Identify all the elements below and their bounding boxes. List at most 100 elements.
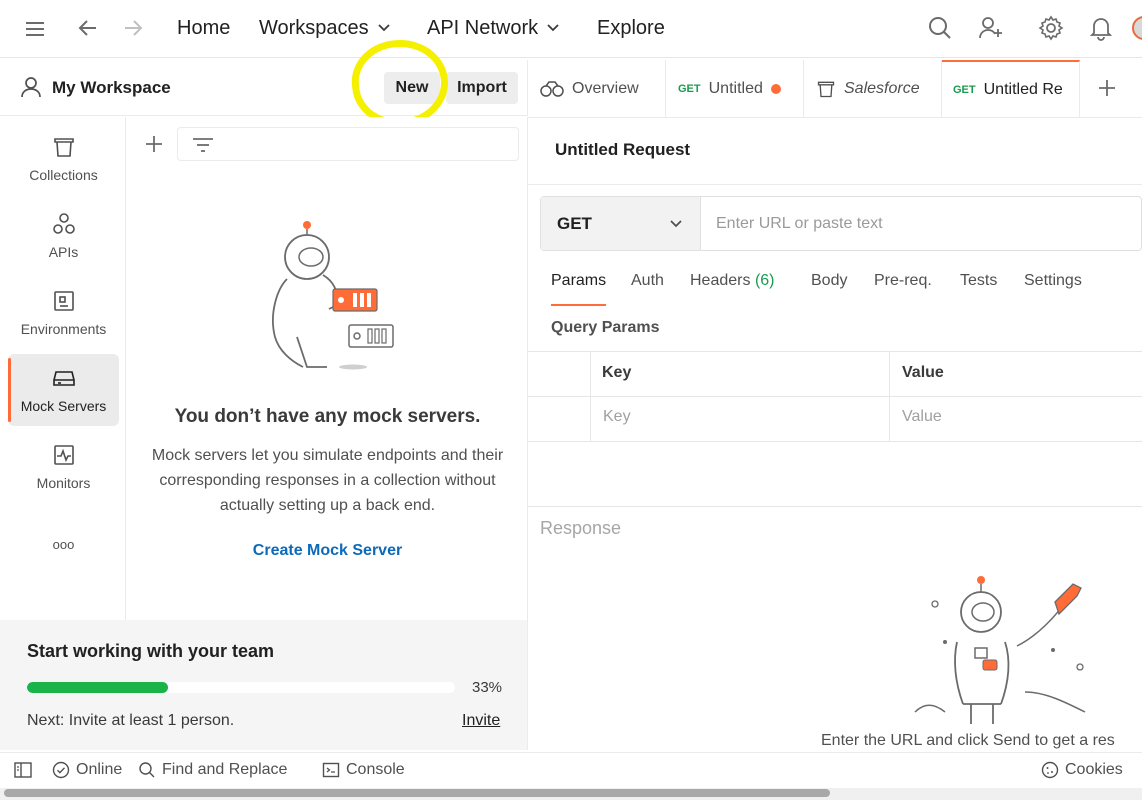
sidebar-item-label: Mock Servers bbox=[20, 398, 107, 414]
invite-link[interactable]: Invite bbox=[462, 712, 500, 730]
online-status[interactable]: Online bbox=[52, 761, 122, 779]
workspace-header: My Workspace New Import bbox=[0, 60, 528, 116]
tab-salesforce[interactable]: Salesforce bbox=[804, 60, 942, 117]
nav-api-network-label: API Network bbox=[427, 16, 539, 39]
team-card-title: Start working with your team bbox=[27, 641, 275, 661]
nav-workspaces-label: Workspaces bbox=[259, 16, 369, 39]
forward-arrow-icon[interactable] bbox=[121, 16, 145, 40]
tab-label: Overview bbox=[572, 79, 639, 97]
status-bar: Online Find and Replace Console Cookies bbox=[0, 752, 1142, 788]
value-input[interactable]: Value bbox=[902, 408, 942, 426]
chevron-down-icon bbox=[670, 220, 682, 228]
console-label: Console bbox=[346, 761, 405, 778]
request-title[interactable]: Untitled Request bbox=[555, 140, 690, 160]
invite-user-icon[interactable] bbox=[978, 15, 1004, 41]
find-replace-button[interactable]: Find and Replace bbox=[138, 761, 287, 779]
check-circle-icon bbox=[52, 761, 70, 779]
apis-icon bbox=[52, 213, 75, 234]
collections-icon bbox=[817, 81, 835, 97]
nav-workspaces[interactable]: Workspaces bbox=[259, 14, 391, 42]
search-icon[interactable] bbox=[927, 15, 953, 41]
create-mock-server-link[interactable]: Create Mock Server bbox=[127, 542, 528, 560]
sidebar-item-label: Monitors bbox=[36, 475, 91, 491]
tab-settings[interactable]: Settings bbox=[1024, 272, 1082, 306]
more-icon: ooo bbox=[52, 536, 75, 552]
sidebar-item-collections[interactable]: Collections bbox=[8, 123, 119, 195]
collections-icon bbox=[53, 138, 74, 157]
filter-box[interactable] bbox=[177, 127, 519, 161]
gear-icon[interactable] bbox=[1038, 15, 1064, 41]
sidebar: Collections APIs Environments Mock Serve… bbox=[0, 117, 126, 622]
menu-icon[interactable] bbox=[24, 18, 46, 40]
table-border bbox=[528, 396, 1142, 397]
nav-home[interactable]: Home bbox=[177, 14, 230, 42]
online-label: Online bbox=[76, 761, 123, 778]
overview-icon bbox=[540, 80, 564, 97]
tab-overview[interactable]: Overview bbox=[528, 60, 666, 117]
tab-headers[interactable]: Headers (6) bbox=[690, 272, 775, 306]
tab-label: Salesforce bbox=[844, 79, 920, 97]
team-progress-percent: 33% bbox=[472, 679, 503, 696]
new-button[interactable]: New bbox=[384, 72, 440, 104]
url-bar: GET bbox=[540, 196, 1142, 251]
mock-servers-icon bbox=[52, 371, 75, 386]
team-next-step: Next: Invite at least 1 person. bbox=[27, 712, 235, 729]
unsaved-indicator bbox=[770, 83, 781, 94]
add-icon[interactable] bbox=[143, 133, 165, 155]
sidebar-item-mock-servers[interactable]: Mock Servers bbox=[8, 354, 119, 426]
sidebar-item-environments[interactable]: Environments bbox=[8, 277, 119, 349]
find-replace-label: Find and Replace bbox=[162, 761, 288, 778]
new-tab-icon[interactable] bbox=[1096, 77, 1118, 99]
tab-pre-request[interactable]: Pre-req. bbox=[874, 272, 932, 306]
empty-state-title: You don’t have any mock servers. bbox=[174, 406, 481, 427]
cookie-icon bbox=[1041, 761, 1059, 779]
horizontal-scrollbar-thumb[interactable] bbox=[4, 789, 830, 797]
filter-icon bbox=[193, 138, 213, 152]
sidebar-item-monitors[interactable]: Monitors bbox=[8, 431, 119, 503]
astronaut-rocket-illustration bbox=[914, 576, 1086, 724]
response-divider[interactable] bbox=[528, 506, 1142, 507]
headers-count: (6) bbox=[754, 272, 775, 289]
sidebar-toggle-icon bbox=[14, 762, 32, 778]
team-progress-fill bbox=[27, 682, 169, 693]
table-column-divider bbox=[889, 351, 890, 442]
sidebar-item-more[interactable]: ooo bbox=[8, 509, 119, 579]
column-header-key: Key bbox=[602, 364, 632, 381]
top-navigation-bar: Home Workspaces API Network Explore bbox=[0, 0, 1142, 58]
cookies-label: Cookies bbox=[1065, 761, 1123, 778]
import-button[interactable]: Import bbox=[446, 72, 518, 104]
tab-auth[interactable]: Auth bbox=[631, 272, 664, 306]
workspace-title[interactable]: My Workspace bbox=[52, 78, 171, 98]
url-input[interactable] bbox=[702, 197, 1142, 250]
sidebar-item-label: APIs bbox=[48, 244, 79, 260]
query-params-title: Query Params bbox=[551, 319, 660, 336]
team-progress-bar bbox=[27, 682, 455, 693]
bell-icon[interactable] bbox=[1088, 15, 1114, 41]
sidebar-item-apis[interactable]: APIs bbox=[8, 200, 119, 272]
nav-home-label: Home bbox=[177, 16, 231, 39]
tab-body[interactable]: Body bbox=[811, 272, 847, 306]
tab-get-untitled-request[interactable]: GET Untitled Re bbox=[942, 60, 1080, 117]
user-icon bbox=[21, 77, 41, 98]
team-onboarding-card: Start working with your team 33% Next: I… bbox=[0, 620, 528, 750]
tab-params[interactable]: Params bbox=[551, 272, 607, 306]
key-input[interactable]: Key bbox=[603, 408, 631, 426]
nav-api-network[interactable]: API Network bbox=[427, 14, 560, 42]
divider bbox=[528, 184, 1142, 185]
back-arrow-icon[interactable] bbox=[76, 16, 100, 40]
response-label: Response bbox=[540, 518, 622, 538]
sidebar-item-label: Environments bbox=[20, 321, 107, 337]
cookies-button[interactable]: Cookies bbox=[1041, 761, 1123, 779]
tab-get-untitled[interactable]: GET Untitled bbox=[666, 60, 804, 117]
avatar[interactable] bbox=[1132, 16, 1142, 40]
console-button[interactable]: Console bbox=[322, 761, 405, 779]
astronaut-illustration bbox=[272, 221, 394, 370]
tab-tests[interactable]: Tests bbox=[960, 272, 997, 306]
tab-method-badge: GET bbox=[953, 83, 976, 96]
nav-explore[interactable]: Explore bbox=[597, 14, 665, 42]
method-select[interactable]: GET bbox=[541, 197, 701, 250]
toggle-sidebar-button[interactable] bbox=[14, 761, 32, 779]
response-hint: Enter the URL and click Send to get a re… bbox=[821, 732, 1115, 749]
empty-state-description: Mock servers let you simulate endpoints … bbox=[151, 447, 504, 514]
tab-method-badge: GET bbox=[678, 82, 701, 95]
